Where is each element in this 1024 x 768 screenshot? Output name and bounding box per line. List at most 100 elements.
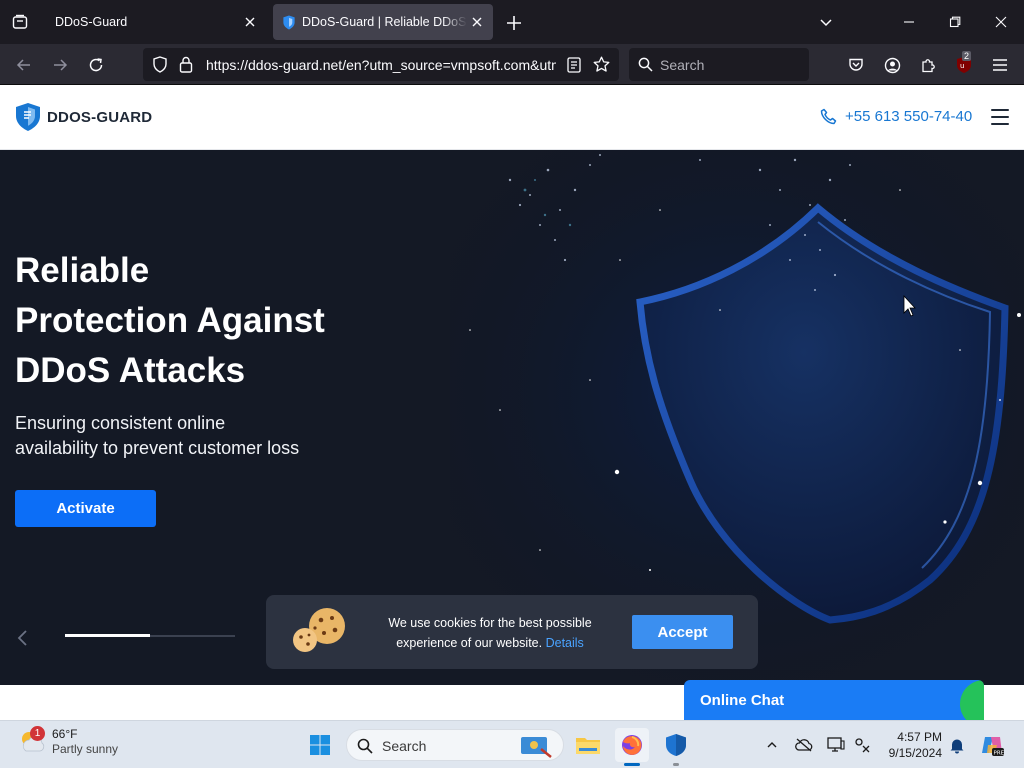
cookie-accept-button[interactable]: Accept <box>632 615 733 649</box>
show-hidden-icons-button[interactable] <box>761 734 783 756</box>
bookmark-star-icon[interactable] <box>593 56 610 73</box>
ublock-extension-button[interactable]: u 2 <box>950 51 978 79</box>
account-button[interactable] <box>878 51 906 79</box>
network-tray-button[interactable] <box>851 734 873 756</box>
hamburger-line <box>991 123 1009 125</box>
display-tray-button[interactable] <box>825 734 847 756</box>
cookie-message: We use cookies for the best possible exp… <box>376 613 604 653</box>
weather-notification-badge: 1 <box>30 726 45 741</box>
address-bar[interactable]: https://ddos-guard.net/en?utm_source=vmp… <box>143 48 619 81</box>
start-button[interactable] <box>303 728 337 762</box>
chevron-left-icon[interactable] <box>14 628 32 648</box>
chevron-up-icon <box>767 742 777 748</box>
phone-link[interactable]: +55 613 550-74-40 <box>820 108 972 125</box>
lock-icon[interactable] <box>179 56 193 73</box>
security-app-button[interactable] <box>659 728 693 766</box>
clock-date: 9/15/2024 <box>888 746 942 760</box>
windows-logo-icon <box>310 735 330 755</box>
tab-title: DDoS-Guard | Reliable DDoS Protection <box>302 15 467 29</box>
restore-button[interactable] <box>932 0 978 44</box>
windows-taskbar: 1 66°F Partly sunny Search 4:57 PM 9/15/… <box>0 720 1024 768</box>
puzzle-icon <box>921 58 935 72</box>
tab-list-button[interactable] <box>6 8 34 36</box>
shield-icon <box>666 734 686 756</box>
forward-button[interactable] <box>46 51 74 79</box>
firefox-taskbar-button[interactable] <box>615 728 649 766</box>
site-logo[interactable]: DDOS-GUARD <box>15 102 152 132</box>
monitor-icon <box>827 737 845 752</box>
browser-search-bar[interactable]: Search <box>629 48 809 81</box>
chevron-down-icon <box>820 19 832 27</box>
tab-close-icon[interactable] <box>469 14 485 30</box>
phone-number: +55 613 550-74-40 <box>845 108 973 125</box>
url-text[interactable]: https://ddos-guard.net/en?utm_source=vmp… <box>206 57 556 73</box>
ddos-guard-logo-icon <box>16 103 40 131</box>
file-explorer-button[interactable] <box>571 728 605 762</box>
site-header: DDOS-GUARD +55 613 550-74-40 <box>0 85 1024 150</box>
hamburger-line <box>991 116 1009 118</box>
browser-nav-bar: https://ddos-guard.net/en?utm_source=vmp… <box>0 44 1024 85</box>
app-menu-button[interactable] <box>986 51 1014 79</box>
pocket-button[interactable] <box>842 51 870 79</box>
cloud-offline-icon <box>795 738 813 752</box>
ddos-guard-favicon-icon <box>283 15 295 30</box>
chat-status-indicator <box>960 680 984 720</box>
menu-icon <box>993 59 1007 71</box>
hero-subtitle-line: availability to prevent customer loss <box>15 438 300 458</box>
phone-icon <box>820 108 837 125</box>
tab-title: DDoS-Guard <box>55 15 128 29</box>
minimize-button[interactable] <box>886 0 932 44</box>
bell-icon <box>950 739 964 753</box>
tab-ddos-guard-reliable[interactable]: DDoS-Guard | Reliable DDoS Protection <box>273 4 493 40</box>
hamburger-line <box>991 109 1009 111</box>
network-disconnected-icon <box>855 738 870 753</box>
weather-temperature: 66°F <box>52 727 78 741</box>
reload-button[interactable] <box>82 51 110 79</box>
search-highlight-icon <box>521 737 552 758</box>
weather-widget[interactable]: 1 66°F Partly sunny <box>18 726 119 757</box>
restore-icon <box>949 16 961 28</box>
hero-subtitle-line: Ensuring consistent online <box>15 413 226 433</box>
search-placeholder: Search <box>660 57 705 73</box>
weather-description: Partly sunny <box>52 742 119 756</box>
taskbar-search-placeholder: Search <box>382 738 427 754</box>
copilot-button[interactable]: PRE <box>979 734 1005 757</box>
system-clock[interactable]: 4:57 PM 9/15/2024 <box>880 729 942 761</box>
reload-icon <box>89 58 103 72</box>
activate-button[interactable]: Activate <box>15 490 156 527</box>
running-app-indicator <box>673 763 679 766</box>
hero-title-line: Protection Against <box>15 301 325 340</box>
folder-icon <box>576 738 600 754</box>
tab-list-icon <box>12 14 28 29</box>
hero-title-line: DDoS Attacks <box>15 351 246 390</box>
close-window-button[interactable] <box>978 0 1024 44</box>
reader-view-icon[interactable] <box>567 57 581 73</box>
taskbar-search[interactable]: Search <box>346 729 564 761</box>
back-button[interactable] <box>10 51 38 79</box>
svg-text:PRE: PRE <box>994 751 1005 757</box>
new-tab-icon[interactable] <box>503 12 525 34</box>
online-chat-label: Online Chat <box>700 692 785 709</box>
arrow-left-icon <box>16 59 30 71</box>
close-icon <box>995 16 1007 28</box>
cookie-icon <box>293 608 345 652</box>
site-menu-button[interactable] <box>991 109 1009 125</box>
cookie-details-link[interactable]: Details <box>546 636 584 650</box>
tab-close-icon[interactable] <box>242 14 258 30</box>
hero-title-line: Reliable <box>15 251 150 290</box>
shield-icon[interactable] <box>152 56 168 73</box>
arrow-right-icon <box>54 59 68 71</box>
tab-ddos-guard[interactable]: DDoS-Guard <box>44 4 266 40</box>
notifications-button[interactable] <box>946 734 968 756</box>
online-chat-widget[interactable]: Online Chat <box>684 680 984 720</box>
list-all-tabs-button[interactable] <box>803 0 849 44</box>
svg-text:u: u <box>960 62 964 70</box>
extension-badge: 2 <box>962 51 972 61</box>
onedrive-tray-button[interactable] <box>793 734 815 756</box>
cookie-message-text: experience of our website. <box>396 636 543 650</box>
web-page: DDOS-GUARD +55 613 550-74-40 Reliable Pr… <box>0 85 1024 720</box>
cookie-message-line: experience of our website. Details <box>376 633 604 653</box>
extensions-button[interactable] <box>914 51 942 79</box>
search-icon <box>357 738 373 754</box>
slider-progress <box>65 634 235 637</box>
